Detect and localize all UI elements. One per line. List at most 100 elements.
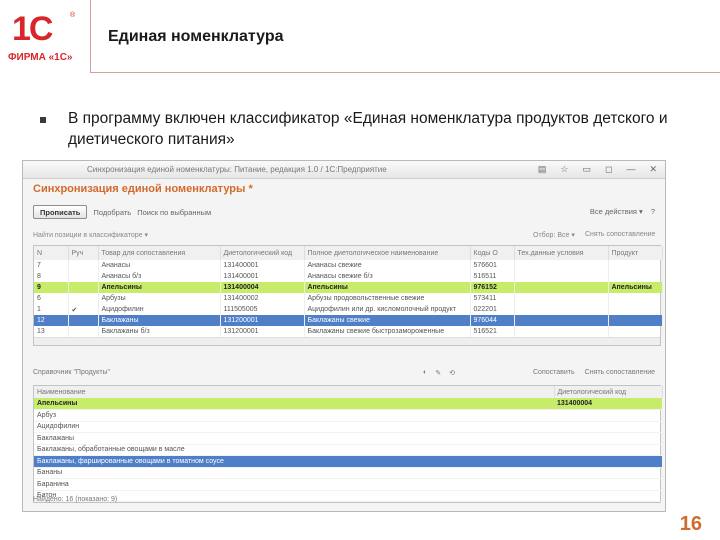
table-cell [514,315,609,326]
header-divider-vertical [90,0,91,72]
table-row[interactable]: 6 Арбузы 131400002 Арбузы продовольственные… [34,293,663,304]
table-cell: Ацидофилин [34,421,554,433]
table-cell [608,304,663,315]
logo-mark: 1С [12,10,53,48]
clear-mapping-link[interactable]: Снять сопоставление [585,231,655,238]
table-cell: 131200001 [220,315,305,326]
table-cell [608,315,663,326]
products-table: Наименование Диетологический код Апельси… [33,385,663,503]
help-icon[interactable]: ? [651,207,655,216]
all-actions-menu[interactable]: Все действия ▾ [590,207,643,216]
table-cell [68,293,99,304]
table-cell: 131400001 [220,271,305,282]
logo-registered-mark: ® [70,12,76,19]
table-cell: 13 [34,326,69,337]
close-icon[interactable]: ✕ [649,164,657,175]
table-cell: Арбузы [98,293,221,304]
form-title: Синхронизация единой номенклатуры * [33,183,253,195]
horizontal-scrollbar[interactable] [34,337,660,345]
filter-select[interactable]: Отбор: Все ▾ [533,231,575,239]
favorite-icon[interactable]: ☆ [560,164,568,175]
table-row[interactable]: 9 Апельсины 131400004 Апельсины 976152 Апельс… [34,282,663,293]
table-row[interactable]: 12 Баклажаны 131200001 Баклажаны свежие 9760… [34,315,663,326]
map-button[interactable]: Сопоставить [533,369,575,376]
table-cell: Ананасы б/з [98,271,221,282]
table-cell [514,293,609,304]
edit-icon[interactable]: ✎ [435,369,441,377]
table-cell: 131200001 [220,326,305,337]
filter-icon[interactable]: ◐ [423,369,427,377]
window-title: Синхронизация единой номенклатуры: Питан… [87,165,387,174]
table-cell [608,271,663,282]
table-cell: 8 [34,271,69,282]
minimize-icon[interactable]: — [626,164,635,175]
column-header[interactable]: Наименование [34,386,555,398]
table-cell: 976152 [470,282,515,293]
column-header[interactable]: Коды О [470,246,515,260]
app-window: Синхронизация единой номенклатуры: Питан… [22,160,666,512]
column-header[interactable]: Руч [68,246,99,260]
restore-icon[interactable]: ▭ [582,164,591,175]
search-selected-link[interactable]: Поиск по выбранным [137,208,211,217]
table-row[interactable]: 13 Баклажаны б/з 131200001 Баклажаны свежие… [34,326,663,337]
table-cell: 111505005 [220,304,305,315]
table-cell: 573411 [470,293,515,304]
table-cell: Ацидофилин [98,304,221,315]
form-right-tools: Все действия ▾ ? [590,207,655,216]
table-row[interactable]: 8 Ананасы б/з 131400001 Ананасы свежие б/з 5… [34,271,663,282]
table-row[interactable]: 1 ✔ Ацидофилин 111505005 Ацидофилин или др. … [34,304,663,315]
table-cell: Ананасы свежие [304,260,471,271]
table-cell [514,260,609,271]
column-header[interactable]: Тех.данные условия [514,246,609,260]
table-row[interactable]: Бананы [34,467,662,479]
menu-icon[interactable]: ▤ [538,164,547,175]
column-header[interactable]: Продукт [608,246,663,260]
table-cell: Арбуз [34,409,554,422]
column-header[interactable]: Диетологический код [220,246,305,260]
table-cell: Баклажаны [98,315,221,326]
table-row[interactable]: Ацидофилин [34,421,662,433]
table-cell [554,455,662,468]
write-button[interactable]: Прописать [33,205,88,219]
maximize-icon[interactable]: ◻ [605,164,612,175]
table-cell: 6 [34,293,69,304]
sync-table: N Руч Товар для сопоставления Диетологич… [33,245,663,346]
table-row[interactable]: Батон [34,490,662,502]
pick-link[interactable]: Подобрать [93,208,131,217]
table-cell [514,304,609,315]
column-header[interactable]: Товар для сопоставления [98,246,221,260]
table-cell: Апельсины [608,282,663,293]
table-header-row: N Руч Товар для сопоставления Диетологич… [34,246,663,260]
table-cell [608,293,663,304]
found-count: Найдено: 16 (показано: 9) [33,496,118,503]
table-cell: 576601 [470,260,515,271]
table-cell [554,432,662,445]
table-cell [608,260,663,271]
table-cell: Ананасы свежие б/з [304,271,471,282]
table-cell: 131400001 [220,260,305,271]
table-row[interactable]: Баклажаны [34,432,662,445]
column-header[interactable]: N [34,246,69,260]
table-cell: 516521 [470,326,515,337]
column-header[interactable]: Диетологический код [554,386,663,398]
table-cell [68,271,99,282]
products-table-title: Справочник "Продукты" [33,369,111,376]
table-cell: Апельсины [34,398,554,410]
table-row[interactable]: Апельсины 131400004 [34,398,662,410]
form-toolbar: Прописать Подобрать Поиск по выбранным [33,205,211,219]
table-row[interactable]: Баклажаны, фаршированные овощами в томат… [34,455,662,468]
table-cell: Баклажаны б/з [98,326,221,337]
table-row[interactable]: Баклажаны, обработанные овощами в масле [34,444,662,456]
refresh-icon[interactable]: ⟲ [449,369,455,377]
table-cell [514,271,609,282]
table-cell: 1 [34,304,69,315]
table-cell [554,478,662,491]
header-divider-horizontal [90,72,720,73]
table-row[interactable]: 7 Ананасы 131400001 Ананасы свежие 576601 [34,260,663,271]
table-row[interactable]: Арбуз [34,409,662,422]
unmap-button[interactable]: Снять сопоставление [585,369,655,376]
table-row[interactable]: Баранина [34,478,662,491]
column-header[interactable]: Полное диетологическое наименование [304,246,471,260]
table-cell: 7 [34,260,69,271]
classifier-search-link[interactable]: Найти позиции в классификаторе ▾ [33,231,148,239]
